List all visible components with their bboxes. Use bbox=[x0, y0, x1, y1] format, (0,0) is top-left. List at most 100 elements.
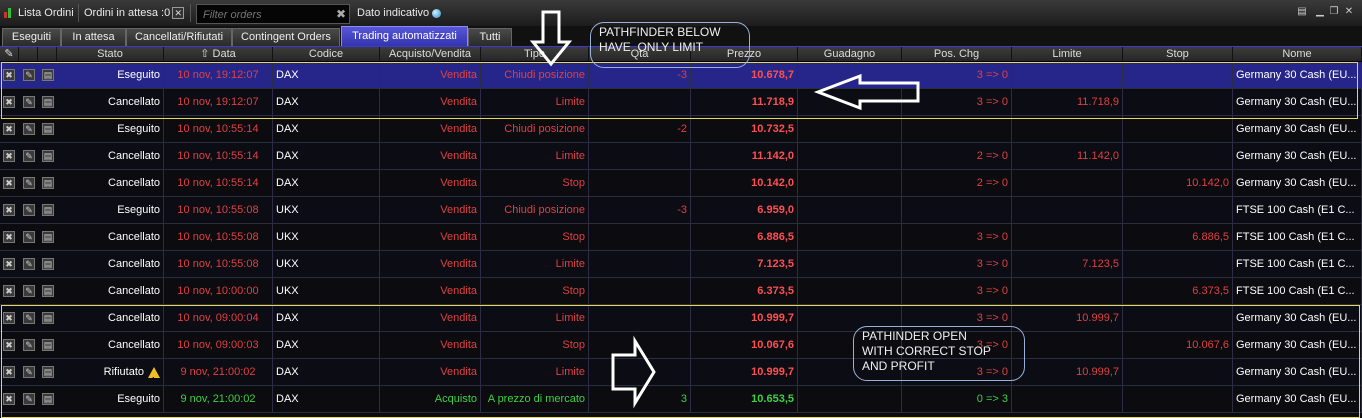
tab-in-attesa[interactable]: In attesa bbox=[61, 28, 126, 46]
close-icon[interactable]: ✕ bbox=[172, 7, 185, 20]
col-stop[interactable]: Stop bbox=[1123, 47, 1233, 61]
cell-stato-text: Cancellato bbox=[108, 339, 160, 351]
col-pos-chg[interactable]: Pos. Chg bbox=[902, 47, 1012, 61]
cancel-order-icon[interactable]: ✖ bbox=[3, 177, 15, 189]
cell-av: Vendita bbox=[380, 224, 481, 250]
cell-av: Vendita bbox=[380, 170, 481, 196]
cell-poschg: 3 => 0 bbox=[902, 224, 1012, 250]
note-bottom-text: PATHINDER OPEN WITH CORRECT STOP AND PRO… bbox=[862, 329, 991, 373]
cancel-order-icon[interactable]: ✖ bbox=[3, 96, 15, 108]
cell-nome-text: Germany 30 Cash (EU... bbox=[1236, 339, 1357, 351]
cell-poschg bbox=[902, 197, 1012, 223]
edit-order-icon[interactable]: ✎ bbox=[23, 366, 35, 378]
details-icon[interactable]: ▤ bbox=[42, 231, 54, 243]
cell-codice-text: DAX bbox=[276, 366, 299, 378]
col-tipo[interactable]: Tipo bbox=[481, 47, 589, 61]
table-row[interactable]: ✖ ✎ ▤ Cancellato 10 nov, 10:55:14 DAX Vendita L… bbox=[0, 143, 1362, 170]
details-icon[interactable]: ▤ bbox=[42, 69, 54, 81]
restore-icon[interactable]: ❐ bbox=[1328, 6, 1340, 18]
cancel-order-icon[interactable]: ✖ bbox=[3, 204, 15, 216]
details-icon[interactable]: ▤ bbox=[42, 285, 54, 297]
cancel-order-icon[interactable]: ✖ bbox=[3, 312, 15, 324]
col-data[interactable]: ⇧ Data bbox=[164, 47, 273, 61]
cancel-order-icon[interactable]: ✖ bbox=[3, 393, 15, 405]
col-acquisto-vendita[interactable]: Acquisto/Vendita bbox=[380, 47, 481, 61]
table-row[interactable]: ✖ ✎ ▤ Cancellato 10 nov, 09:00:04 DAX Vendita L… bbox=[0, 305, 1362, 332]
cell-data: 10 nov, 19:12:07 bbox=[164, 62, 273, 88]
cell-codice-text: DAX bbox=[276, 123, 299, 135]
table-row[interactable]: ✖ ✎ ▤ Rifiutato 9 nov, 21:00:02 DAX Vendita Lim… bbox=[0, 359, 1362, 386]
col-nome[interactable]: Nome bbox=[1233, 47, 1362, 61]
tab-cancellati-rifiutati[interactable]: Cancellati/Rifiutati bbox=[126, 28, 232, 46]
edit-order-icon[interactable]: ✎ bbox=[23, 123, 35, 135]
table-row[interactable]: ✖ ✎ ▤ Eseguito 10 nov, 10:55:14 DAX Vendita Chi… bbox=[0, 116, 1362, 143]
details-icon[interactable]: ▤ bbox=[42, 204, 54, 216]
edit-order-icon[interactable]: ✎ bbox=[23, 231, 35, 243]
details-icon[interactable]: ▤ bbox=[42, 123, 54, 135]
details-icon[interactable]: ▤ bbox=[42, 150, 54, 162]
cancel-order-icon[interactable]: ✖ bbox=[3, 150, 15, 162]
col-guadagno[interactable]: Guadagno bbox=[798, 47, 902, 61]
table-row[interactable]: ✖ ✎ ▤ Cancellato 10 nov, 10:00:00 UKX Vendita S… bbox=[0, 278, 1362, 305]
edit-order-icon[interactable]: ✎ bbox=[23, 177, 35, 189]
details-icon[interactable]: ▤ bbox=[42, 312, 54, 324]
close-window-icon[interactable]: ✕ bbox=[1343, 6, 1355, 18]
edit-order-icon[interactable]: ✎ bbox=[23, 312, 35, 324]
table-row[interactable]: ✖ ✎ ▤ Eseguito 10 nov, 10:55:08 UKX Vendita Chi… bbox=[0, 197, 1362, 224]
details-icon[interactable]: ▤ bbox=[42, 339, 54, 351]
cell-nome-text: Germany 30 Cash (EU... bbox=[1236, 366, 1357, 378]
cell-stop: 10.067,6 bbox=[1123, 332, 1233, 358]
table-row[interactable]: ✖ ✎ ▤ Cancellato 10 nov, 19:12:07 DAX Vendita L… bbox=[0, 89, 1362, 116]
tab-contingent-orders[interactable]: Contingent Orders bbox=[232, 28, 340, 46]
cell-limite: 10.999,7 bbox=[1012, 359, 1123, 385]
details-icon[interactable]: ▤ bbox=[42, 177, 54, 189]
clear-filter-icon[interactable]: ✖ bbox=[336, 6, 346, 22]
edit-order-icon[interactable]: ✎ bbox=[23, 393, 35, 405]
info-bubble-icon[interactable] bbox=[432, 8, 442, 18]
print-icon[interactable]: ▤ bbox=[1294, 6, 1310, 18]
filter-orders-field[interactable]: ✖ bbox=[196, 4, 350, 24]
details-icon[interactable]: ▤ bbox=[42, 96, 54, 108]
cancel-order-icon[interactable]: ✖ bbox=[3, 69, 15, 81]
table-row[interactable]: ✖ ✎ ▤ Cancellato 10 nov, 10:55:14 DAX Vendita S… bbox=[0, 170, 1362, 197]
table-row[interactable]: ✖ ✎ ▤ Cancellato 10 nov, 10:55:08 UKX Vendita L… bbox=[0, 251, 1362, 278]
edit-order-icon[interactable]: ✎ bbox=[23, 204, 35, 216]
cell-data-text: 10 nov, 10:55:14 bbox=[177, 123, 259, 135]
cancel-order-icon[interactable]: ✖ bbox=[3, 339, 15, 351]
edit-order-icon[interactable]: ✎ bbox=[23, 285, 35, 297]
details-icon[interactable]: ▤ bbox=[42, 393, 54, 405]
cell-poschg bbox=[902, 116, 1012, 142]
table-row[interactable]: ✖ ✎ ▤ Cancellato 10 nov, 10:55:08 UKX Vendita S… bbox=[0, 224, 1362, 251]
edit-order-icon[interactable]: ✎ bbox=[23, 258, 35, 270]
cell-guadagno bbox=[798, 251, 902, 277]
edit-order-icon[interactable]: ✎ bbox=[23, 69, 35, 81]
cell-nome-text: Germany 30 Cash (EU... bbox=[1236, 393, 1357, 405]
table-row[interactable]: ✖ ✎ ▤ Cancellato 10 nov, 09:00:03 DAX Vendita S… bbox=[0, 332, 1362, 359]
details-icon[interactable]: ▤ bbox=[42, 366, 54, 378]
cell-tipo-text: Stop bbox=[562, 177, 585, 189]
cell-data: 10 nov, 09:00:04 bbox=[164, 305, 273, 331]
cancel-order-icon[interactable]: ✖ bbox=[3, 258, 15, 270]
cancel-order-icon[interactable]: ✖ bbox=[3, 366, 15, 378]
tab-trading-automatizzati[interactable]: Trading automatizzati bbox=[341, 26, 468, 46]
column-settings-icon[interactable]: ✎ bbox=[0, 47, 19, 61]
table-row[interactable]: ✖ ✎ ▤ Eseguito 9 nov, 21:00:02 DAX Acquisto A p… bbox=[0, 386, 1362, 413]
edit-order-icon[interactable]: ✎ bbox=[23, 96, 35, 108]
tab-eseguiti[interactable]: Eseguiti bbox=[2, 28, 61, 46]
cell-qta bbox=[589, 143, 691, 169]
cancel-order-icon[interactable]: ✖ bbox=[3, 231, 15, 243]
col-stato[interactable]: Stato bbox=[57, 47, 164, 61]
col-codice[interactable]: Codice bbox=[273, 47, 380, 61]
cell-stop-text: 10.067,6 bbox=[1186, 339, 1229, 351]
cancel-order-icon[interactable]: ✖ bbox=[3, 123, 15, 135]
minimize-icon[interactable]: ▁ bbox=[1314, 6, 1326, 18]
cancel-order-icon[interactable]: ✖ bbox=[3, 285, 15, 297]
col-limite[interactable]: Limite bbox=[1012, 47, 1123, 61]
cell-limite-text: 11.142,0 bbox=[1076, 150, 1119, 162]
edit-order-icon[interactable]: ✎ bbox=[23, 339, 35, 351]
tab-tutti[interactable]: Tutti bbox=[468, 28, 512, 46]
cell-av-text: Vendita bbox=[440, 204, 477, 216]
filter-orders-input[interactable] bbox=[201, 6, 333, 23]
edit-order-icon[interactable]: ✎ bbox=[23, 150, 35, 162]
details-icon[interactable]: ▤ bbox=[42, 258, 54, 270]
